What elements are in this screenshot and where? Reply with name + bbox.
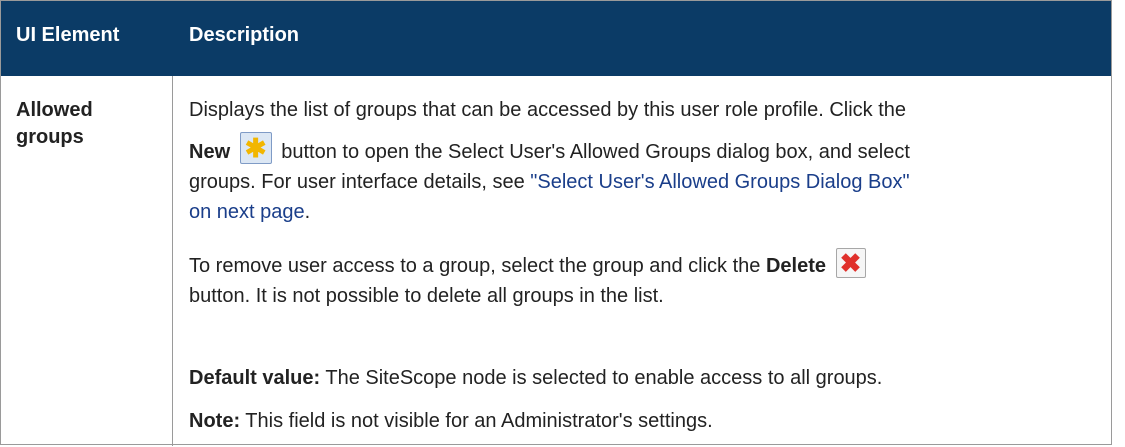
default-value-paragraph: Default value: The SiteScope node is sel… (189, 363, 1099, 393)
p1-end: . (304, 201, 311, 223)
note-paragraph: Note: This field is not visible for an A… (189, 406, 1099, 436)
note-label: Note: (189, 410, 241, 432)
new-star-icon: ✱ (239, 132, 272, 164)
p1-line2-rest: button to open the Select User's Allowed… (281, 141, 910, 163)
header-ui-element: UI Element (16, 24, 120, 46)
p1-line2: New ✱ button to open the Select User's A… (189, 132, 1099, 167)
delete-label: Delete (765, 255, 827, 277)
default-value-label: Default value: (189, 367, 321, 389)
description-paragraph-2: To remove user access to a group, select… (189, 248, 1099, 311)
p1-line3: groups. For user interface details, see (189, 171, 531, 193)
column-divider (172, 76, 173, 446)
table-header: UI Element Description (1, 1, 1111, 76)
note-text: This field is not visible for an Adminis… (240, 410, 713, 432)
element-name: Allowed groups (16, 97, 156, 151)
p2-line2: button. It is not possible to delete all… (189, 285, 664, 307)
header-description: Description (189, 24, 300, 46)
description-paragraph-1: Displays the list of groups that can be … (189, 95, 1099, 227)
ui-element-table: UI Element Description Allowed groups Di… (0, 0, 1112, 446)
element-name-line1: Allowed (16, 99, 93, 121)
p2-line1: To remove user access to a group, select… (189, 255, 766, 277)
element-name-line2: groups (16, 126, 84, 148)
new-label: New (189, 141, 231, 163)
p1-line1: Displays the list of groups that can be … (189, 99, 907, 121)
delete-x-icon: ✖ (835, 248, 866, 278)
default-value-text: The SiteScope node is selected to enable… (320, 367, 883, 389)
